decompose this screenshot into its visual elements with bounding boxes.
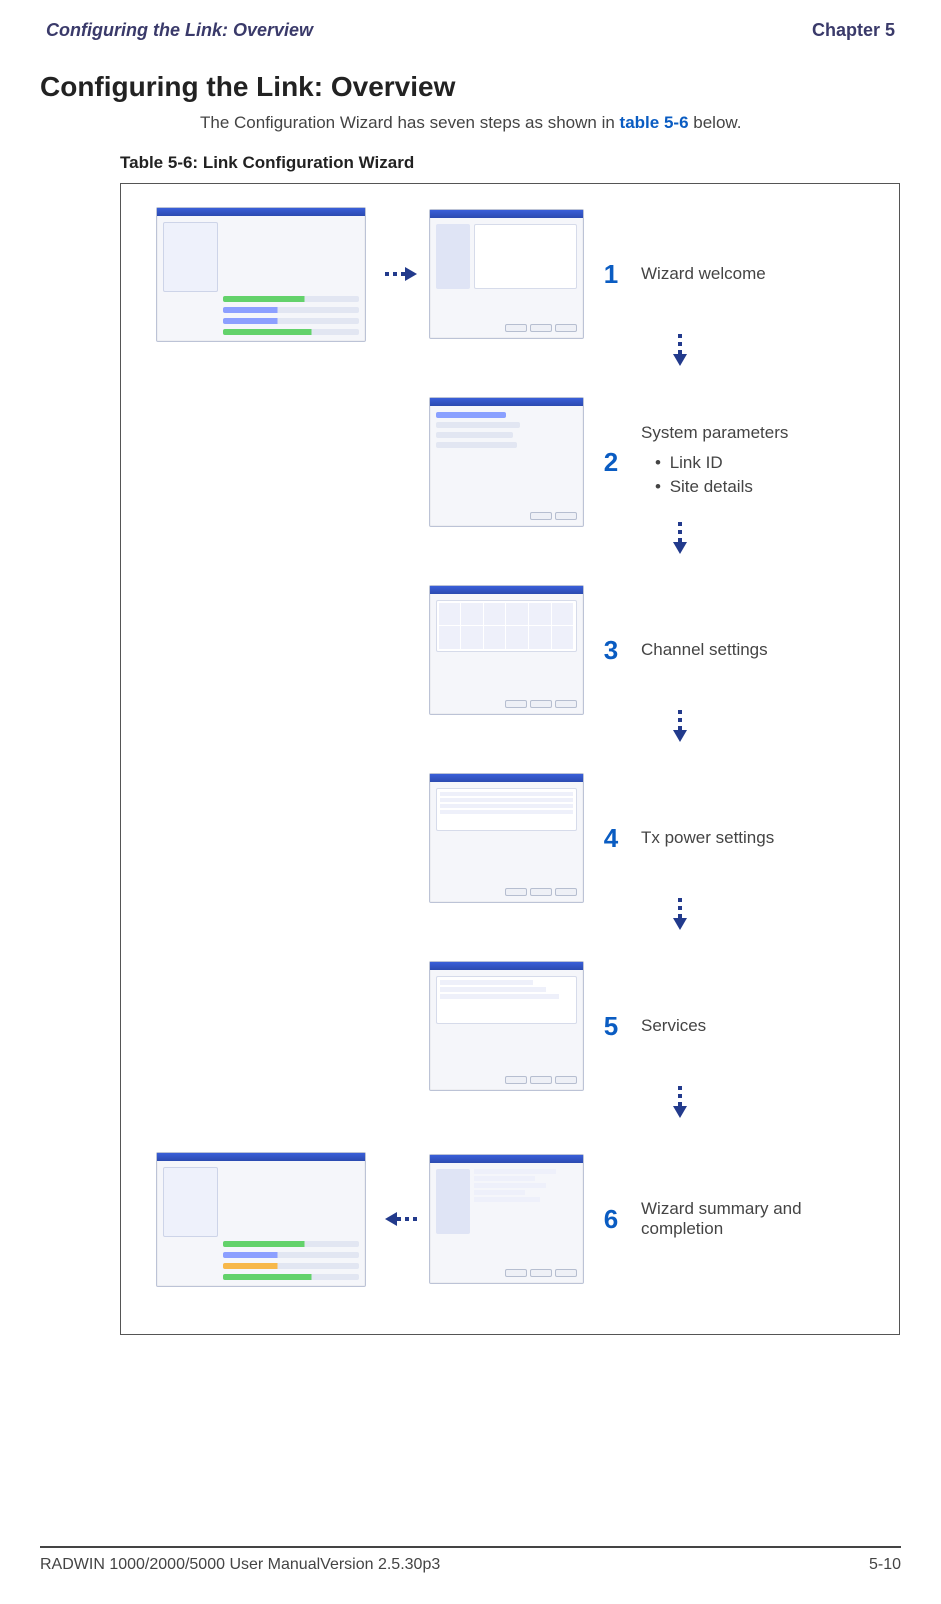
header-left: Configuring the Link: Overview <box>46 20 313 41</box>
page-footer: RADWIN 1000/2000/5000 User ManualVersion… <box>40 1546 901 1574</box>
step2-bullets: Link ID Site details <box>641 453 879 497</box>
step-number-3: 3 <box>591 635 631 666</box>
screenshot-step-1 <box>429 209 584 339</box>
step-desc-6: Wizard summary and completion <box>631 1199 879 1239</box>
step-number-2: 2 <box>591 447 631 478</box>
table-ref-link[interactable]: table 5-6 <box>620 113 689 132</box>
intro-suffix: below. <box>689 113 742 132</box>
screenshot-step-4 <box>429 773 584 903</box>
step2-bullet-1: Link ID <box>655 453 879 473</box>
step2-title: System parameters <box>641 423 788 442</box>
intro-paragraph: The Configuration Wizard has seven steps… <box>200 113 901 133</box>
table-caption: Table 5-6: Link Configuration Wizard <box>120 153 901 173</box>
wizard-table: 1 Wizard welcome 2 <box>120 183 900 1335</box>
footer-right: 5-10 <box>869 1556 901 1574</box>
step-number-1: 1 <box>591 259 631 290</box>
step-desc-4: Tx power settings <box>631 828 879 848</box>
intro-prefix: The Configuration Wizard has seven steps… <box>200 113 620 132</box>
wizard-row-1: 1 Wizard welcome <box>141 204 879 344</box>
arrow-right-icon <box>385 267 417 281</box>
running-header: Configuring the Link: Overview Chapter 5 <box>40 20 901 41</box>
screenshot-step-6 <box>429 1154 584 1284</box>
step-number-5: 5 <box>591 1011 631 1042</box>
step-number-4: 4 <box>591 823 631 854</box>
screenshot-step-3 <box>429 585 584 715</box>
wizard-row-6: 6 Wizard summary and completion <box>141 1144 879 1294</box>
step2-bullet-2: Site details <box>655 477 879 497</box>
step-number-6: 6 <box>591 1204 631 1235</box>
step-desc-5: Services <box>631 1016 879 1036</box>
wizard-row-2: 2 System parameters Link ID Site details <box>141 392 879 532</box>
screenshot-main-app <box>156 207 366 342</box>
arrow-left-icon <box>385 1212 417 1226</box>
header-right: Chapter 5 <box>812 20 895 41</box>
wizard-row-5: 5 Services <box>141 956 879 1096</box>
wizard-row-3: 3 Channel settings <box>141 580 879 720</box>
step-desc-3: Channel settings <box>631 640 879 660</box>
step-desc-2: System parameters Link ID Site details <box>631 423 879 501</box>
screenshot-main-app-end <box>156 1152 366 1287</box>
step-desc-1: Wizard welcome <box>631 264 879 284</box>
footer-left: RADWIN 1000/2000/5000 User ManualVersion… <box>40 1556 440 1574</box>
screenshot-step-2 <box>429 397 584 527</box>
section-title: Configuring the Link: Overview <box>40 71 901 103</box>
screenshot-step-5 <box>429 961 584 1091</box>
wizard-row-4: 4 Tx power settings <box>141 768 879 908</box>
